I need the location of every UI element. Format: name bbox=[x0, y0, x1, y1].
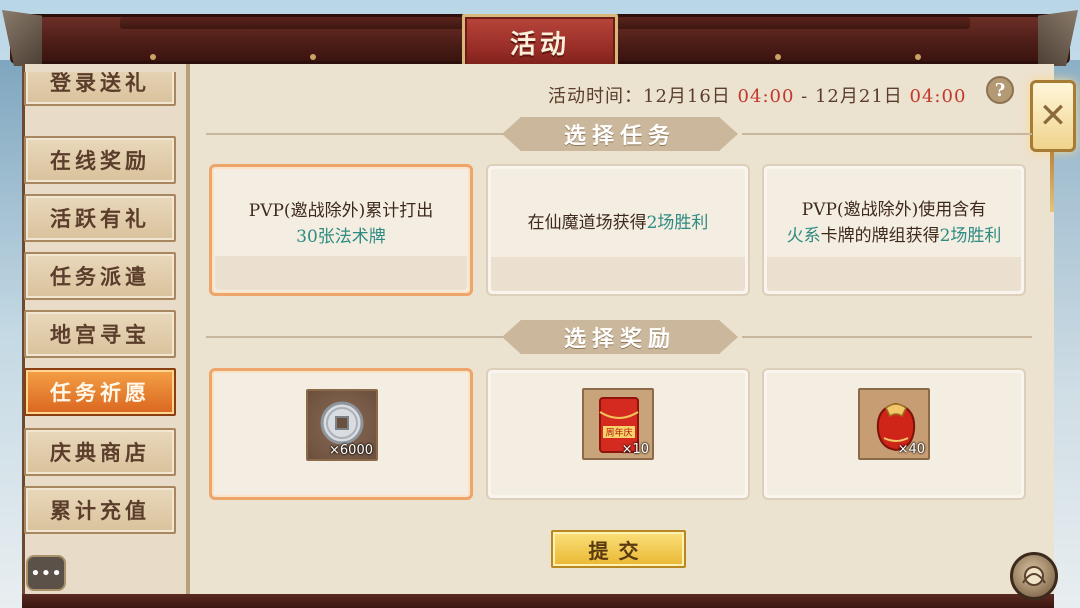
page-title: 活动 bbox=[509, 29, 570, 60]
sidebar-item-label: 登录送礼 bbox=[50, 72, 150, 95]
beam-stud bbox=[150, 54, 156, 60]
card-band bbox=[491, 257, 745, 291]
section-title-rewards: 选择奖励 bbox=[502, 320, 738, 354]
activity-start-time: 04:00 bbox=[737, 86, 795, 107]
submit-label: 提交 bbox=[588, 538, 649, 563]
envelope-badge-text: 周年庆 bbox=[605, 427, 632, 439]
section-title-text: 选择奖励 bbox=[563, 326, 676, 352]
sidebar-item-task-wish[interactable]: 任务祈愿 bbox=[24, 368, 176, 416]
close-icon: ✕ bbox=[1038, 96, 1068, 136]
activity-time: 活动时间：12月16日 04:00 - 12月21日 04:00 bbox=[548, 82, 967, 107]
sidebar-item-label: 累计充值 bbox=[50, 498, 150, 523]
section-title-tasks: 选择任务 bbox=[502, 117, 738, 151]
sidebar-item-cumulative-recharge[interactable]: 累计充值 bbox=[24, 486, 176, 534]
sidebar-item-task-dispatch[interactable]: 任务派遣 bbox=[24, 252, 176, 300]
beam-stud bbox=[915, 54, 921, 60]
task-card-1[interactable]: PVP(邀战除外)累计打出 30张法术牌 bbox=[209, 164, 473, 296]
beam-stud bbox=[310, 54, 316, 60]
sidebar-item-treasure-hunt[interactable]: 地宫寻宝 bbox=[24, 310, 176, 358]
sidebar-item-festival-shop[interactable]: 庆典商店 bbox=[24, 428, 176, 476]
activity-start-date: 12月16日 bbox=[643, 86, 731, 107]
reward-card-3[interactable]: ×40 bbox=[762, 368, 1026, 500]
activity-time-separator: - bbox=[801, 86, 809, 107]
sidebar: 登录送礼 在线奖励 活跃有礼 任务派遣 地宫寻宝 任务祈愿 庆典商店 累计充值 bbox=[22, 72, 180, 592]
card-band bbox=[215, 256, 467, 290]
task-highlight: 30张法术牌 bbox=[296, 227, 386, 247]
section-divider bbox=[742, 336, 1032, 338]
beam-cap bbox=[630, 17, 970, 29]
section-divider bbox=[206, 336, 506, 338]
card-band bbox=[767, 257, 1021, 291]
task-text: PVP(邀战除外)累计打出 bbox=[248, 201, 434, 221]
flower-emblem-icon bbox=[1022, 566, 1046, 586]
reward-item-slot: 周年庆 ×10 bbox=[582, 388, 654, 460]
activity-end-date: 12月21日 bbox=[814, 86, 903, 107]
sidebar-item-active-gift[interactable]: 活跃有礼 bbox=[24, 194, 176, 242]
section-divider bbox=[742, 133, 1032, 135]
sidebar-item-label: 任务祈愿 bbox=[50, 380, 150, 405]
close-button[interactable]: ✕ bbox=[1030, 80, 1076, 152]
title-plaque: 活动 bbox=[462, 14, 618, 70]
reward-item-slot: ×6000 bbox=[306, 389, 378, 461]
reward-item-slot: ×40 bbox=[858, 388, 930, 460]
beam-end-left bbox=[2, 10, 42, 66]
activity-end-time: 04:00 bbox=[909, 86, 967, 107]
help-icon[interactable]: ? bbox=[986, 76, 1014, 104]
sidebar-item-label: 庆典商店 bbox=[50, 440, 150, 465]
sidebar-item-label: 活跃有礼 bbox=[50, 206, 150, 231]
task-highlight: 2场胜利 bbox=[939, 226, 1002, 246]
task-description: PVP(邀战除外)累计打出 30张法术牌 bbox=[224, 187, 458, 261]
reward-quantity: ×6000 bbox=[329, 443, 373, 458]
sidebar-item-online-reward[interactable]: 在线奖励 bbox=[24, 136, 176, 184]
activity-time-label: 活动时间： bbox=[548, 86, 643, 107]
sidebar-item-label: 地宫寻宝 bbox=[50, 322, 150, 347]
task-description: PVP(邀战除外)使用含有火系卡牌的牌组获得2场胜利 bbox=[776, 186, 1012, 260]
sidebar-item-label: 在线奖励 bbox=[50, 148, 150, 173]
beam-stud bbox=[775, 54, 781, 60]
section-divider bbox=[206, 133, 506, 135]
task-highlight: 火系 bbox=[786, 226, 821, 246]
task-text: 在仙魔道场获得 bbox=[527, 213, 647, 233]
task-text: PVP(邀战除外)使用含有 bbox=[801, 200, 987, 220]
reward-card-1[interactable]: ×6000 bbox=[209, 368, 473, 500]
task-card-3[interactable]: PVP(邀战除外)使用含有火系卡牌的牌组获得2场胜利 bbox=[762, 164, 1026, 296]
section-title-text: 选择任务 bbox=[563, 123, 676, 149]
task-highlight: 2场胜利 bbox=[646, 213, 709, 233]
submit-button[interactable]: 提交 bbox=[551, 530, 686, 568]
task-description: 在仙魔道场获得2场胜利 bbox=[500, 186, 736, 260]
help-label: ? bbox=[994, 79, 1006, 101]
reward-quantity: ×40 bbox=[897, 442, 925, 457]
reward-card-2[interactable]: 周年庆 ×10 bbox=[486, 368, 750, 500]
beam-end-right bbox=[1038, 10, 1078, 66]
menu-round-button[interactable] bbox=[1010, 552, 1058, 600]
task-text: 卡牌的牌组获得 bbox=[820, 226, 940, 246]
chat-icon: ••• bbox=[30, 562, 62, 584]
task-card-2[interactable]: 在仙魔道场获得2场胜利 bbox=[486, 164, 750, 296]
lantern-tassel bbox=[1050, 152, 1054, 212]
sidebar-item-label: 任务派遣 bbox=[50, 264, 150, 289]
reward-quantity: ×10 bbox=[621, 442, 649, 457]
bottom-beam bbox=[22, 594, 1054, 608]
chat-button[interactable]: ••• bbox=[26, 555, 66, 591]
sidebar-item-login-gift[interactable]: 登录送礼 bbox=[24, 72, 176, 106]
